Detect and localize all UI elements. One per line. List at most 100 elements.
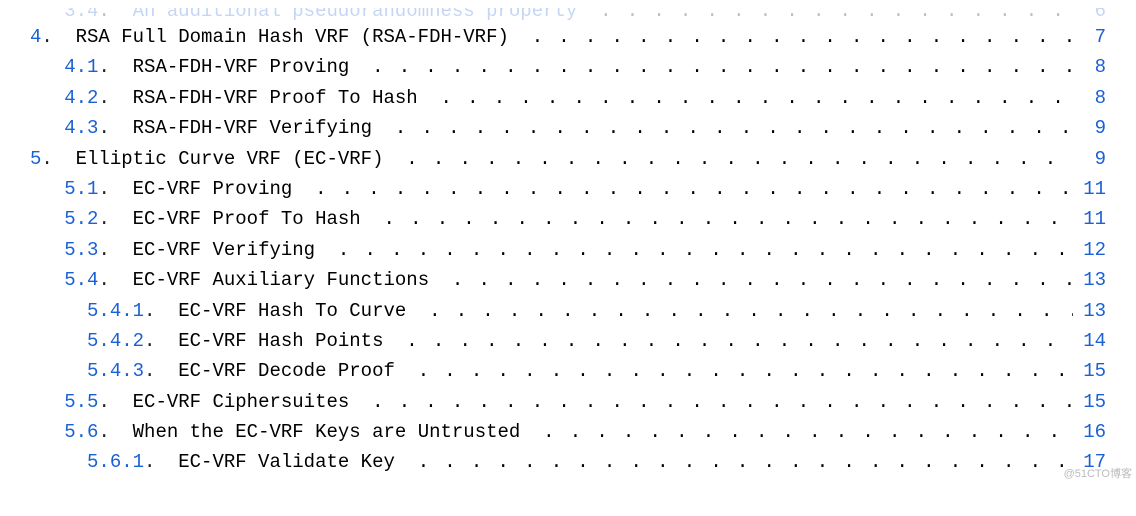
- toc-leader-dots: . . . . . . . . . . . . . . . . . . . . …: [372, 387, 1073, 417]
- toc-leader-dots: . . . . . . . . . . . . . . . . . . . . …: [406, 326, 1073, 356]
- toc-section-number[interactable]: 5.4: [64, 265, 98, 295]
- toc-indent: [30, 417, 64, 447]
- toc-leader-dots: . . . . . . . . . . . . . . . . . . . . …: [338, 235, 1073, 265]
- toc-number-separator: .: [41, 144, 52, 174]
- toc-title: EC-VRF Decode Proof: [155, 356, 417, 386]
- toc-page-number[interactable]: 9: [1074, 144, 1106, 174]
- toc-leader-dots: . . . . . . . . . . . . . . . . . . . . …: [452, 265, 1073, 295]
- toc-page-number[interactable]: 8: [1074, 83, 1106, 113]
- toc-section-number[interactable]: 3.4: [64, 8, 98, 22]
- toc-title: EC-VRF Proof To Hash: [110, 204, 384, 234]
- toc-cutoff-row: 3.4 . An additional pseudorandomness pro…: [30, 8, 1106, 22]
- toc-section-number[interactable]: 5.4.2: [87, 326, 144, 356]
- toc-entry: 5.1. EC-VRF Proving . . . . . . . . . . …: [30, 174, 1106, 204]
- toc-indent: [30, 174, 64, 204]
- toc-title: When the EC-VRF Keys are Untrusted: [110, 417, 543, 447]
- toc-page-number[interactable]: 7: [1074, 22, 1106, 52]
- toc-indent: [30, 296, 87, 326]
- toc-page-number[interactable]: 16: [1073, 417, 1106, 447]
- toc-number-separator: .: [144, 447, 155, 477]
- toc-section-number[interactable]: 4.2: [64, 83, 98, 113]
- toc-section-number[interactable]: 4: [30, 22, 41, 52]
- toc-section-number[interactable]: 5.1: [64, 174, 98, 204]
- toc-number-separator: .: [98, 417, 109, 447]
- toc-title: EC-VRF Hash To Curve: [155, 296, 429, 326]
- toc-entry: 4.1. RSA-FDH-VRF Proving . . . . . . . .…: [30, 52, 1106, 82]
- toc-leader-dots: . . . . . . . . . . . . . . . . . . . . …: [406, 144, 1074, 174]
- toc-title: RSA-FDH-VRF Verifying: [110, 113, 395, 143]
- toc-number-separator: .: [98, 204, 109, 234]
- toc-number-separator: .: [98, 8, 109, 22]
- toc-section-number[interactable]: 5.3: [64, 235, 98, 265]
- toc-entry: 4. RSA Full Domain Hash VRF (RSA-FDH-VRF…: [30, 22, 1106, 52]
- toc-entry: 4.2. RSA-FDH-VRF Proof To Hash . . . . .…: [30, 83, 1106, 113]
- toc-indent: [30, 113, 64, 143]
- toc-page-number[interactable]: 13: [1073, 296, 1106, 326]
- watermark: @51CTO博客: [1064, 466, 1132, 484]
- toc-number-separator: .: [144, 296, 155, 326]
- toc-title: RSA Full Domain Hash VRF (RSA-FDH-VRF): [53, 22, 532, 52]
- toc-number-separator: .: [98, 83, 109, 113]
- toc-indent: [30, 235, 64, 265]
- toc-section-number[interactable]: 5.6: [64, 417, 98, 447]
- toc-number-separator: .: [98, 113, 109, 143]
- toc-page-number[interactable]: 11: [1073, 174, 1106, 204]
- toc-section-number[interactable]: 5.5: [64, 387, 98, 417]
- toc-leader-dots: . . . . . . . . . . . . . . . . . . . . …: [441, 83, 1075, 113]
- toc-number-separator: .: [98, 174, 109, 204]
- toc-entry: 5.6. When the EC-VRF Keys are Untrusted …: [30, 417, 1106, 447]
- toc-entry: 5.3. EC-VRF Verifying . . . . . . . . . …: [30, 235, 1106, 265]
- toc-page-number[interactable]: 6: [1074, 8, 1106, 22]
- toc-title: EC-VRF Ciphersuites: [110, 387, 372, 417]
- toc-title: EC-VRF Hash Points: [155, 326, 406, 356]
- toc-number-separator: .: [144, 326, 155, 356]
- toc-title: EC-VRF Validate Key: [155, 447, 417, 477]
- toc-title: EC-VRF Auxiliary Functions: [110, 265, 452, 295]
- toc-indent: [30, 8, 64, 22]
- toc-leader-dots: . . . . . . . . . . . . . . . . . . . . …: [543, 417, 1073, 447]
- toc-entry: 5.4.1. EC-VRF Hash To Curve . . . . . . …: [30, 296, 1106, 326]
- toc-page-number[interactable]: 9: [1074, 113, 1106, 143]
- toc-indent: [30, 265, 64, 295]
- toc-container: 4. RSA Full Domain Hash VRF (RSA-FDH-VRF…: [30, 22, 1106, 478]
- toc-leader-dots: . . . . . . . . . . . . . . . . . . . . …: [384, 204, 1074, 234]
- toc-entry: 5.4.3. EC-VRF Decode Proof . . . . . . .…: [30, 356, 1106, 386]
- toc-entry: 5.5. EC-VRF Ciphersuites . . . . . . . .…: [30, 387, 1106, 417]
- toc-page-number[interactable]: 15: [1073, 356, 1106, 386]
- toc-indent: [30, 356, 87, 386]
- toc-entry: 5.2. EC-VRF Proof To Hash . . . . . . . …: [30, 204, 1106, 234]
- toc-number-separator: .: [144, 356, 155, 386]
- toc-section-number[interactable]: 5.4.1: [87, 296, 144, 326]
- toc-entry: 5.6.1. EC-VRF Validate Key . . . . . . .…: [30, 447, 1106, 477]
- toc-section-number[interactable]: 4.1: [64, 52, 98, 82]
- toc-entry: 5. Elliptic Curve VRF (EC-VRF) . . . . .…: [30, 144, 1106, 174]
- toc-section-number[interactable]: 5.6.1: [87, 447, 144, 477]
- toc-number-separator: .: [98, 387, 109, 417]
- toc-leader-dots: . . . . . . . . . . . . . . . . . . . . …: [395, 113, 1074, 143]
- toc-number-separator: .: [98, 235, 109, 265]
- toc-section-number[interactable]: 4.3: [64, 113, 98, 143]
- toc-indent: [30, 326, 87, 356]
- toc-indent: [30, 204, 64, 234]
- toc-page-number[interactable]: 13: [1073, 265, 1106, 295]
- toc-title: Elliptic Curve VRF (EC-VRF): [53, 144, 406, 174]
- toc-leader-dots: . . . . . . . . . . . . . . . . . . . . …: [418, 447, 1074, 477]
- toc-leader-dots: . . . . . . . . . . . . . . . . . . . . …: [429, 296, 1073, 326]
- toc-number-separator: .: [98, 265, 109, 295]
- toc-page-number[interactable]: 11: [1073, 204, 1106, 234]
- toc-page-number[interactable]: 15: [1073, 387, 1106, 417]
- toc-section-number[interactable]: 5.2: [64, 204, 98, 234]
- toc-page-number[interactable]: 12: [1073, 235, 1106, 265]
- toc-leader-dots: . . . . . . . . . . . . . . . . . . . . …: [315, 174, 1073, 204]
- toc-entry: 5.4. EC-VRF Auxiliary Functions . . . . …: [30, 265, 1106, 295]
- toc-section-number[interactable]: 5.4.3: [87, 356, 144, 386]
- toc-section-number[interactable]: 5: [30, 144, 41, 174]
- toc-page-number[interactable]: 14: [1073, 326, 1106, 356]
- toc-indent: [30, 52, 64, 82]
- toc-title: RSA-FDH-VRF Proving: [110, 52, 372, 82]
- toc-number-separator: .: [98, 52, 109, 82]
- toc-leader-dots: . . . . . . . . . . . . . . . . . . . . …: [372, 52, 1074, 82]
- toc-entry: 5.4.2. EC-VRF Hash Points . . . . . . . …: [30, 326, 1106, 356]
- toc-page-number[interactable]: 8: [1074, 52, 1106, 82]
- toc-entry: 4.3. RSA-FDH-VRF Verifying . . . . . . .…: [30, 113, 1106, 143]
